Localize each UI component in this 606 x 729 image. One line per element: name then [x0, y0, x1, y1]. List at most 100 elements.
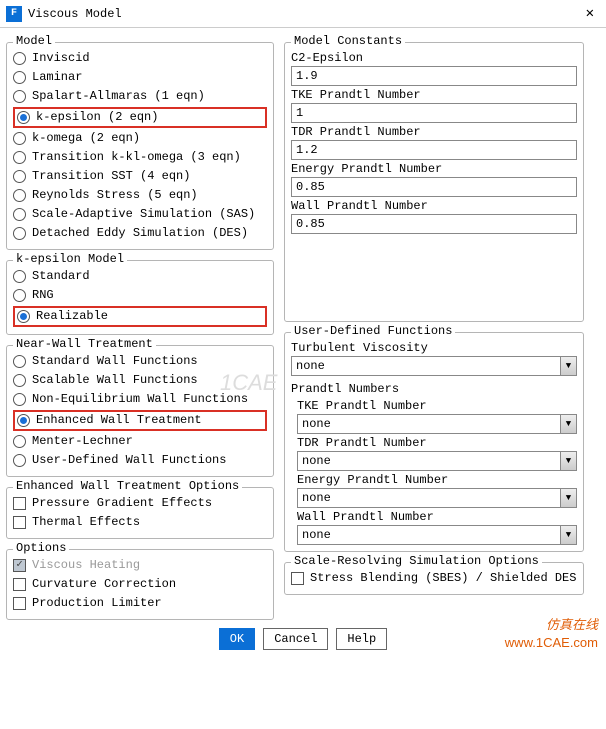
near-wall-option[interactable]: Standard Wall Functions	[13, 352, 267, 371]
chevron-down-icon[interactable]: ▼	[560, 526, 576, 544]
radio-icon[interactable]	[13, 71, 26, 84]
prandtl-value: none	[298, 526, 335, 544]
radio-icon[interactable]	[13, 355, 26, 368]
checkbox-icon[interactable]	[13, 497, 26, 510]
constant-input[interactable]: 1	[291, 103, 577, 123]
checkbox-icon	[13, 559, 26, 572]
prandtl-label: TDR Prandtl Number	[297, 434, 577, 451]
ke-model-label: RNG	[32, 287, 54, 304]
radio-icon[interactable]	[13, 374, 26, 387]
options-option[interactable]: Production Limiter	[13, 594, 267, 613]
group-constants: Model Constants C2-Epsilon1.9TKE Prandtl…	[284, 42, 584, 322]
near-wall-label: Non-Equilibrium Wall Functions	[32, 391, 248, 408]
radio-icon[interactable]	[13, 90, 26, 103]
near-wall-label: Enhanced Wall Treatment	[36, 412, 202, 429]
prandtl-select[interactable]: none ▼	[297, 488, 577, 508]
model-label: k-epsilon (2 eqn)	[36, 109, 158, 126]
cancel-button[interactable]: Cancel	[263, 628, 328, 650]
watermark-line1: 仿真在线	[505, 616, 598, 634]
model-option[interactable]: Scale-Adaptive Simulation (SAS)	[13, 205, 267, 224]
ewt-label: Pressure Gradient Effects	[32, 495, 212, 512]
group-options: Options Viscous HeatingCurvature Correct…	[6, 549, 274, 620]
radio-icon[interactable]	[13, 52, 26, 65]
ke-model-option[interactable]: RNG	[13, 286, 267, 305]
prandtl-label: TKE Prandtl Number	[297, 397, 577, 414]
udf-prandtl-title: Prandtl Numbers	[291, 380, 577, 397]
near-wall-option[interactable]: User-Defined Wall Functions	[13, 451, 267, 470]
model-option[interactable]: Transition k-kl-omega (3 eqn)	[13, 148, 267, 167]
radio-icon[interactable]	[13, 208, 26, 221]
checkbox-icon[interactable]	[13, 578, 26, 591]
checkbox-icon[interactable]	[13, 597, 26, 610]
group-near-wall: Near-Wall Treatment Standard Wall Functi…	[6, 345, 274, 477]
group-model: Model InviscidLaminarSpalart-Allmaras (1…	[6, 42, 274, 250]
radio-icon[interactable]	[13, 289, 26, 302]
model-option[interactable]: Spalart-Allmaras (1 eqn)	[13, 87, 267, 106]
titlebar: F Viscous Model ✕	[0, 0, 606, 28]
group-title-near-wall: Near-Wall Treatment	[13, 337, 156, 351]
radio-icon[interactable]	[17, 414, 30, 427]
app-icon: F	[6, 6, 22, 22]
radio-icon[interactable]	[13, 270, 26, 283]
model-option[interactable]: Inviscid	[13, 49, 267, 68]
model-option[interactable]: Transition SST (4 eqn)	[13, 167, 267, 186]
constant-label: C2-Epsilon	[291, 49, 577, 66]
ewt-label: Thermal Effects	[32, 514, 140, 531]
near-wall-option[interactable]: Scalable Wall Functions	[13, 371, 267, 390]
prandtl-value: none	[298, 452, 335, 470]
near-wall-label: Menter-Lechner	[32, 433, 133, 450]
radio-icon[interactable]	[17, 310, 30, 323]
checkbox-icon[interactable]	[13, 516, 26, 529]
group-title-udf: User-Defined Functions	[291, 324, 455, 338]
ewt-option[interactable]: Pressure Gradient Effects	[13, 494, 267, 513]
constant-input[interactable]: 1.9	[291, 66, 577, 86]
prandtl-select[interactable]: none ▼	[297, 525, 577, 545]
radio-icon[interactable]	[13, 151, 26, 164]
prandtl-select[interactable]: none ▼	[297, 451, 577, 471]
ke-model-label: Realizable	[36, 308, 108, 325]
near-wall-option[interactable]: Non-Equilibrium Wall Functions	[13, 390, 267, 409]
prandtl-select[interactable]: none ▼	[297, 414, 577, 434]
radio-icon[interactable]	[13, 189, 26, 202]
model-label: Spalart-Allmaras (1 eqn)	[32, 88, 205, 105]
prandtl-value: none	[298, 489, 335, 507]
radio-icon[interactable]	[13, 132, 26, 145]
constant-input[interactable]: 0.85	[291, 177, 577, 197]
model-option[interactable]: Reynolds Stress (5 eqn)	[13, 186, 267, 205]
model-option[interactable]: k-omega (2 eqn)	[13, 129, 267, 148]
group-udf: User-Defined Functions Turbulent Viscosi…	[284, 332, 584, 552]
ke-model-option[interactable]: Realizable	[13, 306, 267, 327]
ewt-option[interactable]: Thermal Effects	[13, 513, 267, 532]
udf-turb-visc-label: Turbulent Viscosity	[291, 339, 577, 356]
constant-input[interactable]: 0.85	[291, 214, 577, 234]
group-srs: Scale-Resolving Simulation Options Stres…	[284, 562, 584, 595]
model-option[interactable]: k-epsilon (2 eqn)	[13, 107, 267, 128]
close-icon[interactable]: ✕	[580, 5, 600, 22]
chevron-down-icon[interactable]: ▼	[560, 415, 576, 433]
udf-turb-visc-select[interactable]: none ▼	[291, 356, 577, 376]
radio-icon[interactable]	[13, 435, 26, 448]
radio-icon[interactable]	[13, 393, 26, 406]
chevron-down-icon[interactable]: ▼	[560, 489, 576, 507]
chevron-down-icon[interactable]: ▼	[560, 452, 576, 470]
near-wall-option[interactable]: Menter-Lechner	[13, 432, 267, 451]
ke-model-option[interactable]: Standard	[13, 267, 267, 286]
options-option[interactable]: Curvature Correction	[13, 575, 267, 594]
near-wall-option[interactable]: Enhanced Wall Treatment	[13, 410, 267, 431]
srs-checkbox[interactable]	[291, 572, 304, 585]
chevron-down-icon[interactable]: ▼	[560, 357, 576, 375]
model-option[interactable]: Detached Eddy Simulation (DES)	[13, 224, 267, 243]
model-label: Scale-Adaptive Simulation (SAS)	[32, 206, 255, 223]
group-title-options: Options	[13, 541, 69, 555]
ok-button[interactable]: OK	[219, 628, 255, 650]
near-wall-label: User-Defined Wall Functions	[32, 452, 226, 469]
model-option[interactable]: Laminar	[13, 68, 267, 87]
constant-input[interactable]: 1.2	[291, 140, 577, 160]
radio-icon[interactable]	[13, 227, 26, 240]
radio-icon[interactable]	[17, 111, 30, 124]
radio-icon[interactable]	[13, 454, 26, 467]
help-button[interactable]: Help	[336, 628, 387, 650]
prandtl-value: none	[298, 415, 335, 433]
ke-model-label: Standard	[32, 268, 90, 285]
radio-icon[interactable]	[13, 170, 26, 183]
